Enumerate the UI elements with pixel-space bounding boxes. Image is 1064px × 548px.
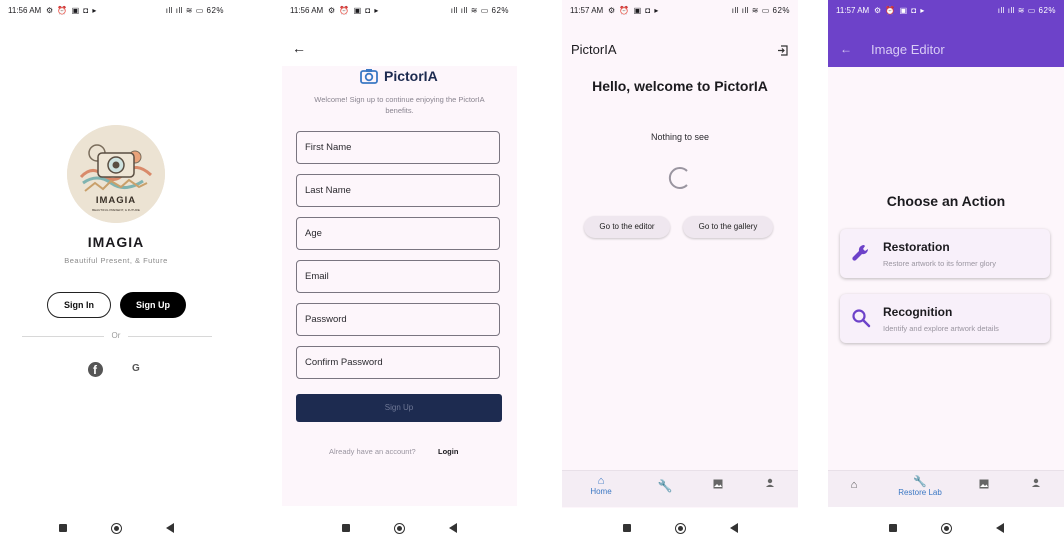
status-icons: ⚙ ⏰ ▣ ◘ ▸ [874,6,926,15]
editor-body [828,67,1064,506]
status-battery: ıll ıll ≋ ▭ 62% [731,6,790,15]
app-title: PictorIA [571,42,617,57]
home-screen: 11:57 AM ⚙ ⏰ ▣ ◘ ▸ ıll ıll ≋ ▭ 62% Picto… [562,0,798,548]
sign-in-button[interactable]: Sign In [47,292,111,318]
status-icons: ⚙ ⏰ ▣ ◘ ▸ [608,6,660,15]
welcome-screen: 11:56 AM ⚙ ⏰ ▣ ◘ ▸ ıll ıll ≋ ▭ 62% IMAGI… [0,0,232,548]
recognition-subtitle: Identify and explore artwork details [883,324,999,333]
status-icons: ⚙ ⏰ ▣ ◘ ▸ [328,6,380,15]
status-time: 11:56 AM [290,6,324,15]
recents-icon[interactable] [622,524,631,532]
camera-icon [360,68,378,84]
status-battery: ıll ıll ≋ ▭ 62% [450,6,509,15]
nav-home-label: Home [590,487,612,496]
signup-tagline: Welcome! Sign up to continue enjoying th… [314,95,485,115]
home-icon[interactable]: ⌂ [834,479,874,491]
restoration-subtitle: Restore artwork to its former glory [883,259,996,268]
bottom-navigation: ⌂ 🔧 Restore Lab [828,470,1064,507]
app-logo: IMAGIA BEAUTIFUL PRESENT, & FUTURE [67,125,165,223]
back-system-icon[interactable] [449,523,457,533]
divider-right [128,336,212,337]
recents-icon[interactable] [342,524,350,532]
restoration-title: Restoration [883,240,950,254]
status-bar: 11:57 AM ⚙ ⏰ ▣ ◘ ▸ ıll ıll ≋ ▭ 62% [828,0,1064,22]
bottom-navigation: ⌂ Home 🔧 [562,470,798,507]
recognition-title: Recognition [883,305,953,319]
status-bar: 11:57 AM ⚙ ⏰ ▣ ◘ ▸ ıll ıll ≋ ▭ 62% [562,0,798,22]
home-icon: ⌂ [597,475,605,487]
recents-icon[interactable] [888,524,897,532]
system-nav-bar [562,508,798,548]
welcome-subtitle: Beautiful Present, & Future [64,256,168,265]
sign-up-button[interactable]: Sign Up [120,292,186,318]
brand-title: PictorIA [384,68,438,84]
go-to-editor-button[interactable]: Go to the editor [584,216,670,238]
wrench-icon[interactable]: 🔧 [645,479,685,493]
app-bar: 11:57 AM ⚙ ⏰ ▣ ◘ ▸ ıll ıll ≋ ▭ 62% ← Ima… [828,0,1064,67]
back-system-icon[interactable] [165,523,174,533]
submit-signup-button[interactable]: Sign Up [296,394,502,422]
wrench-icon: 🔧 [913,476,927,488]
welcome-title: IMAGIA [87,234,145,250]
go-to-gallery-button[interactable]: Go to the gallery [683,216,773,238]
password-field[interactable]: Password [296,303,500,336]
logo-text: IMAGIA [95,195,137,206]
nav-home[interactable]: ⌂ Home [581,475,621,496]
already-account-text: Already have an account? [329,447,416,456]
home-system-icon[interactable] [394,522,405,534]
google-icon[interactable]: G [132,363,140,374]
gallery-icon[interactable] [698,479,738,491]
home-system-icon[interactable] [110,522,122,534]
status-battery: ıll ıll ≋ ▭ 62% [997,6,1056,15]
loading-spinner-icon [665,164,693,192]
restoration-card[interactable]: Restoration Restore artwork to its forme… [840,229,1050,278]
home-system-icon[interactable] [940,522,952,534]
email-field[interactable]: Email [296,260,500,293]
back-system-icon[interactable] [995,523,1004,533]
status-bar: 11:56 AM ⚙ ⏰ ▣ ◘ ▸ ıll ıll ≋ ▭ 62% [0,0,232,22]
nav-restore-label: Restore Lab [898,488,942,497]
recents-icon[interactable] [58,524,67,532]
status-bar: 11:56 AM ⚙ ⏰ ▣ ◘ ▸ ıll ıll ≋ ▭ 62% [282,0,517,22]
profile-icon[interactable] [1016,478,1056,490]
first-name-field[interactable]: First Name [296,131,500,164]
signup-screen: 11:56 AM ⚙ ⏰ ▣ ◘ ▸ ıll ıll ≋ ▭ 62% ← Pic… [282,0,517,548]
login-link[interactable]: Login [438,447,458,456]
choose-action-heading: Choose an Action [886,193,1006,209]
status-time: 11:57 AM [836,6,870,15]
back-arrow-icon[interactable]: ← [840,42,852,56]
age-field[interactable]: Age [296,217,500,250]
welcome-heading: Hello, welcome to PictorIA [592,78,768,94]
system-nav-bar [0,508,232,548]
back-arrow-icon[interactable]: ← [292,40,306,56]
recognition-card[interactable]: Recognition Identify and explore artwork… [840,294,1050,343]
status-battery: ıll ıll ≋ ▭ 62% [165,6,224,15]
wrench-icon [850,242,872,264]
status-icons: ⚙ ⏰ ▣ ◘ ▸ [46,6,98,15]
status-time: 11:57 AM [570,6,604,15]
back-system-icon[interactable] [729,523,738,533]
app-bar-title: Image Editor [871,42,945,57]
image-editor-screen: 11:57 AM ⚙ ⏰ ▣ ◘ ▸ ıll ıll ≋ ▭ 62% ← Ima… [828,0,1064,548]
home-system-icon[interactable] [674,522,686,534]
system-nav-bar [282,508,517,548]
empty-state-text: Nothing to see [650,132,710,142]
divider-label: Or [111,331,121,340]
logout-icon[interactable] [777,43,788,56]
nav-restore-lab[interactable]: 🔧 Restore Lab [895,475,945,497]
last-name-field[interactable]: Last Name [296,174,500,207]
facebook-icon[interactable]: f [88,362,103,377]
gallery-icon[interactable] [964,479,1004,491]
status-time: 11:56 AM [8,6,42,15]
logo-subtext: BEAUTIFUL PRESENT, & FUTURE [92,208,140,212]
divider-left [22,336,104,337]
search-icon [850,307,872,329]
confirm-password-field[interactable]: Confirm Password [296,346,500,379]
profile-icon[interactable] [750,478,790,490]
system-nav-bar [828,508,1064,548]
